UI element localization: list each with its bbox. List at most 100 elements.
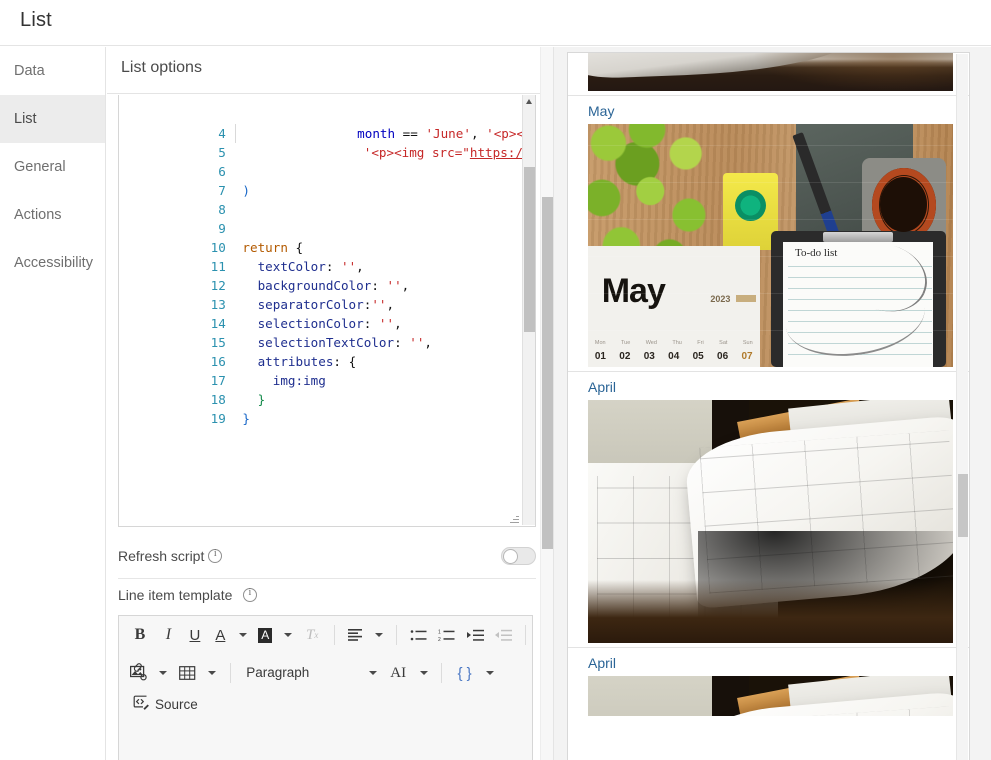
code-line: 13 separatorColor:'', <box>119 276 523 312</box>
sidebar-item-general[interactable]: General <box>0 143 105 191</box>
code-line-3-clipped: 3var img = when(month == 'May', '<p><img… <box>119 95 523 105</box>
info-icon[interactable] <box>242 587 257 602</box>
bold-icon[interactable]: B <box>127 621 153 649</box>
line-number: 19 <box>210 411 226 426</box>
rte-toolbar-row-3: Source <box>119 692 532 726</box>
scrollbar-thumb[interactable] <box>542 197 553 549</box>
code-line: 16 attributes: { <box>119 333 523 369</box>
svg-text:2: 2 <box>438 637 441 642</box>
list-item[interactable]: April <box>568 372 969 648</box>
list-item-image <box>588 53 953 91</box>
list-item[interactable]: April <box>568 648 969 720</box>
list-item-image <box>588 676 953 716</box>
line-item-template-label-row: Line item template <box>118 587 536 605</box>
code-line: 9 <box>119 200 523 236</box>
align-chevron-down-icon[interactable] <box>371 621 387 649</box>
expression-chevron-down-icon[interactable] <box>482 659 498 687</box>
table-chevron-down-icon[interactable] <box>204 659 220 687</box>
highlight-color-icon[interactable]: A <box>255 621 275 649</box>
code-line: 12 backgroundColor: '', <box>119 257 523 293</box>
code-line: 15 selectionTextColor: '', <box>119 314 523 350</box>
settings-sidebar: Data List General Actions Accessibility <box>0 47 106 760</box>
numbered-list-icon[interactable]: 1 2 <box>435 621 459 649</box>
script-editor[interactable]: 3var img = when(month == 'May', '<p><img… <box>118 95 536 527</box>
scroll-up-arrow-icon[interactable] <box>526 99 532 104</box>
outdent-icon <box>492 621 516 649</box>
bulleted-list-icon[interactable] <box>406 621 430 649</box>
info-icon[interactable] <box>208 548 223 563</box>
toggle-knob <box>503 549 518 564</box>
sidebar-item-data[interactable]: Data <box>0 47 105 95</box>
image-chevron-down-icon[interactable] <box>155 659 171 687</box>
code-line: 11 textColor: '', <box>119 238 523 274</box>
highlight-color-chevron-down-icon[interactable] <box>280 621 296 649</box>
expression-button[interactable]: { } <box>452 659 478 687</box>
code-line: 14 selectionColor: '', <box>119 295 523 331</box>
code-line: 6 <box>119 143 523 179</box>
list-options-body: 3var img = when(month == 'May', '<p><img… <box>107 95 553 760</box>
refresh-script-label-group: Refresh script <box>118 548 223 564</box>
paragraph-style-dropdown[interactable]: Paragraph <box>240 659 360 687</box>
sidebar-item-label: General <box>14 159 66 175</box>
list-item-image: May 2023 Mon Tue Wed Thu Fri Sat Sun <box>588 124 953 367</box>
remove-format-icon: Tx <box>306 626 319 643</box>
list-preview[interactable]: May May 2023 Mon Tue <box>567 52 970 760</box>
code-line: 7 ) <box>119 162 523 198</box>
code-line: 19 } <box>119 390 523 426</box>
source-button-label: Source <box>155 696 198 712</box>
rte-toolbar-row-2: Paragraph AI { } <box>119 654 532 692</box>
refresh-script-label: Refresh script <box>118 548 205 564</box>
align-icon[interactable] <box>344 621 366 649</box>
code-line: 17 img:img <box>119 352 523 388</box>
window-titlebar: List <box>0 0 991 46</box>
script-editor-scrollbar[interactable] <box>522 95 535 525</box>
indent-icon[interactable] <box>463 621 487 649</box>
sidebar-item-accessibility[interactable]: Accessibility <box>0 239 105 287</box>
toolbar-divider <box>525 625 527 645</box>
sidebar-item-label: Actions <box>14 207 62 223</box>
list-item-label: May <box>588 103 615 119</box>
options-panel-scrollbar[interactable] <box>540 47 553 760</box>
preview-pane: May May 2023 Mon Tue <box>554 47 991 760</box>
preview-list-scrollbar[interactable] <box>956 54 968 760</box>
list-item-image <box>588 400 953 643</box>
scrollbar-thumb[interactable] <box>958 474 968 537</box>
list-options-title: List options <box>121 59 202 76</box>
refresh-script-row: Refresh script <box>118 537 536 579</box>
toolbar-divider <box>395 625 397 645</box>
sidebar-item-actions[interactable]: Actions <box>0 191 105 239</box>
list-options-header: List options <box>107 47 553 94</box>
italic-icon[interactable]: I <box>157 621 179 649</box>
rich-text-toolbar: B I U A A Tx 1 2 Paragraph AI {} Source <box>118 615 533 760</box>
rte-toolbar-row-1: B I U A A Tx 1 2 <box>119 616 532 672</box>
sidebar-item-list[interactable]: List <box>0 95 105 143</box>
underline-icon[interactable]: U <box>184 621 206 649</box>
list-item[interactable] <box>568 53 969 96</box>
toolbar-divider <box>441 663 443 683</box>
code-line: 4| | | | | | | | month == 'June', '<p><i… <box>119 105 523 143</box>
script-editor-code[interactable]: 3var img = when(month == 'May', '<p><img… <box>119 95 523 525</box>
refresh-script-toggle[interactable] <box>501 547 536 565</box>
font-color-chevron-down-icon[interactable] <box>235 621 251 649</box>
image-icon[interactable] <box>127 659 151 687</box>
toolbar-divider <box>229 663 231 683</box>
sidebar-item-label: List <box>14 111 37 127</box>
font-color-icon[interactable]: A <box>210 621 230 649</box>
sidebar-item-label: Data <box>14 63 45 79</box>
list-item-label: April <box>588 655 617 671</box>
ai-chevron-down-icon[interactable] <box>416 659 432 687</box>
code-line: 10 return { <box>119 219 523 255</box>
source-code-icon <box>133 695 150 713</box>
table-icon[interactable] <box>176 659 200 687</box>
svg-text:1: 1 <box>438 629 441 635</box>
scrollbar-thumb[interactable] <box>524 167 535 332</box>
script-editor-resize-handle[interactable] <box>510 514 519 523</box>
toolbar-divider <box>333 625 335 645</box>
code-line: 8 <box>119 181 523 217</box>
list-item[interactable]: May May 2023 Mon Tue <box>568 96 969 372</box>
paragraph-chevron-down-icon[interactable] <box>365 659 381 687</box>
list-item-label: April <box>588 379 617 395</box>
ai-button[interactable]: AI <box>385 659 411 687</box>
source-button[interactable]: Source <box>127 695 198 713</box>
line-item-template-label: Line item template <box>118 587 233 603</box>
